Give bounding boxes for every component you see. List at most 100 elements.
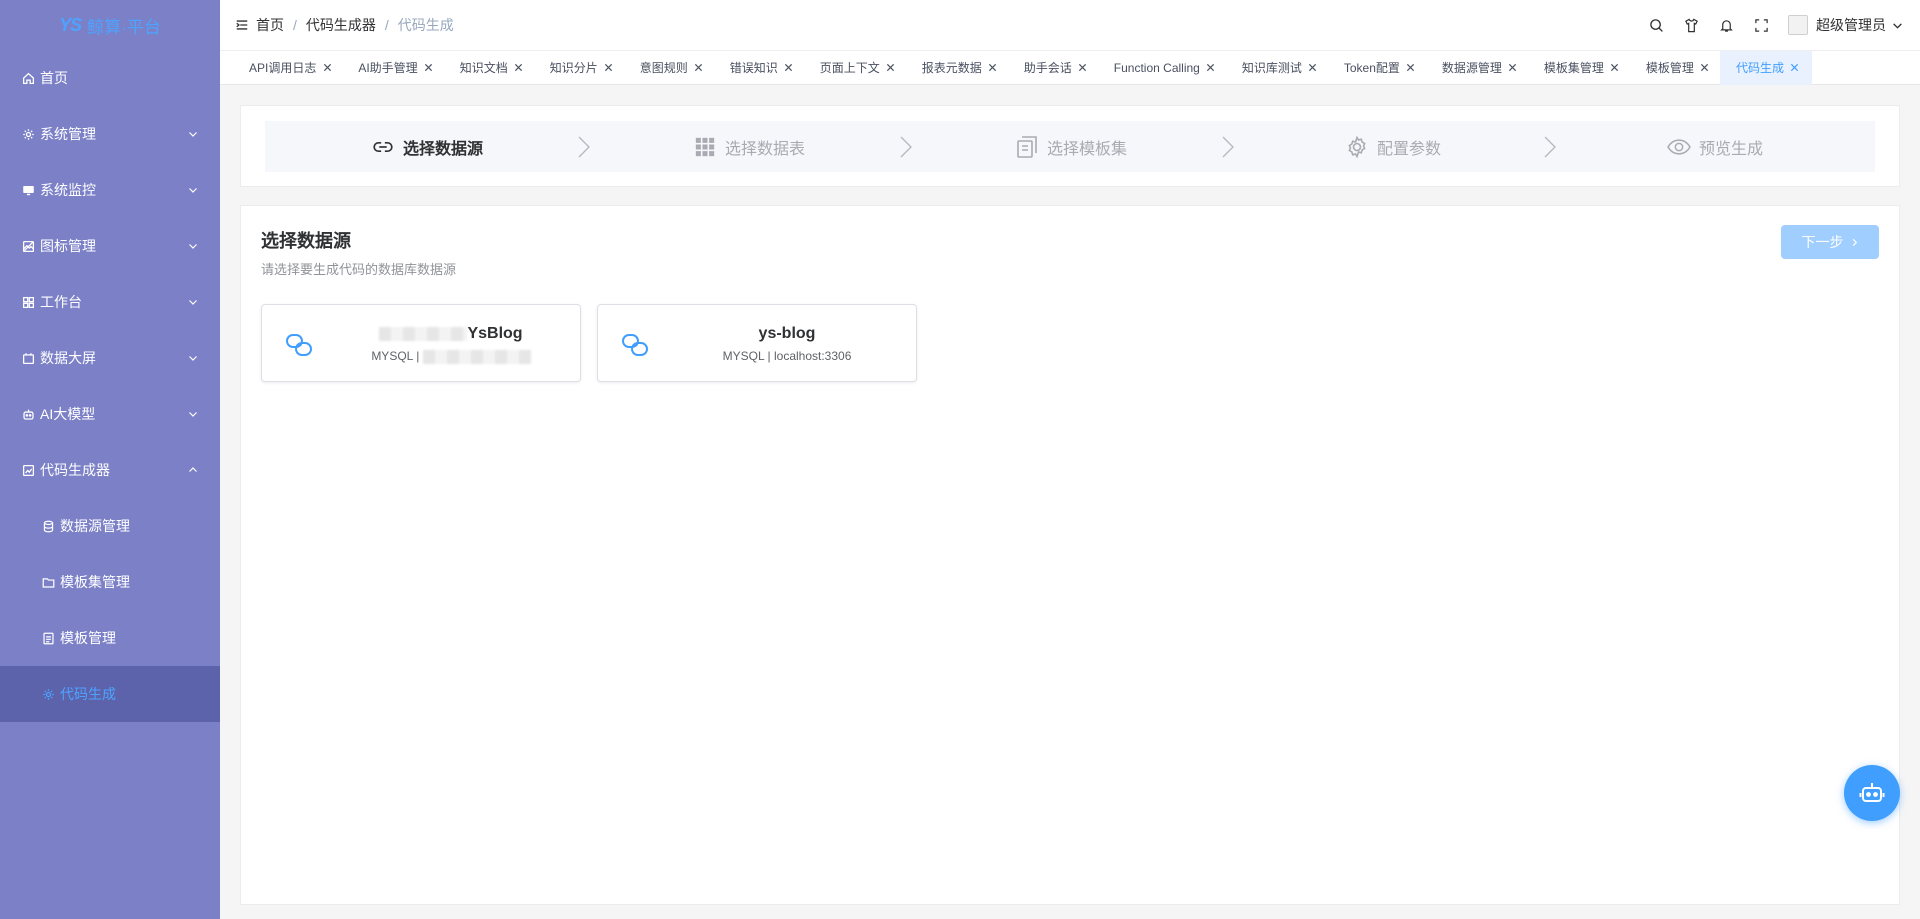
sidebar-item-home[interactable]: 首页 — [0, 50, 220, 106]
sidebar-item-system[interactable]: 系统管理 — [0, 106, 220, 162]
settings-icon — [1343, 133, 1371, 161]
close-icon[interactable] — [1206, 63, 1216, 73]
avatar[interactable] — [1788, 15, 1808, 35]
hamburger-icon[interactable] — [234, 17, 250, 33]
next-step-button[interactable]: 下一步 — [1781, 225, 1879, 259]
tab-template-set[interactable]: 模板集管理 — [1528, 51, 1630, 85]
database-icon — [41, 519, 55, 533]
datasource-card[interactable]: ys-blog MYSQL | localhost:3306 — [597, 304, 917, 382]
link-icon — [622, 334, 648, 356]
tab-knowledge-chunk[interactable]: 知识分片 — [534, 51, 624, 85]
close-icon[interactable] — [886, 63, 896, 73]
step-select-datasource: 选择数据源 — [265, 133, 590, 161]
close-icon[interactable] — [784, 63, 794, 73]
sidebar-item-codegen[interactable]: 代码生成器 — [0, 442, 220, 498]
tab-ai-assistant[interactable]: AI助手管理 — [342, 51, 443, 85]
calendar-icon — [21, 351, 35, 365]
breadcrumb-codegen[interactable]: 代码生成器 — [306, 15, 376, 35]
close-icon[interactable] — [424, 63, 434, 73]
tab-report-metadata[interactable]: 报表元数据 — [906, 51, 1008, 85]
tab-intent-rules[interactable]: 意图规则 — [624, 51, 714, 85]
chart-icon — [21, 463, 35, 477]
chevron-down-icon — [188, 185, 198, 195]
datasource-info: MYSQL | localhost:3306 — [722, 349, 852, 363]
close-icon[interactable] — [1610, 63, 1620, 73]
sidebar-item-code-generate[interactable]: 代码生成 — [0, 666, 220, 722]
step-configure-params: 配置参数 — [1231, 133, 1556, 161]
section-description: 请选择要生成代码的数据库数据源 — [261, 262, 457, 277]
close-icon[interactable] — [514, 63, 524, 73]
close-icon[interactable] — [1508, 63, 1518, 73]
tab-api-log[interactable]: API调用日志 — [233, 51, 342, 85]
breadcrumb-separator: / — [293, 17, 297, 33]
next-step-label: 下一步 — [1801, 234, 1844, 250]
sidebar-item-label: 模板集管理 — [60, 574, 130, 590]
main-content: 选择数据源 选择数据表 选择模板集 配置参数 预览生成 选择数据源 请选择要生成… — [220, 85, 1920, 919]
bell-icon[interactable] — [1718, 17, 1734, 33]
sidebar-item-workbench[interactable]: 工作台 — [0, 274, 220, 330]
tab-code-generate[interactable]: 代码生成 — [1719, 50, 1812, 85]
link-icon — [369, 133, 397, 161]
sidebar-item-label: 数据源管理 — [60, 518, 130, 534]
tab-template[interactable]: 模板管理 — [1630, 51, 1720, 85]
close-icon[interactable] — [322, 63, 332, 73]
close-icon[interactable] — [1078, 63, 1088, 73]
logo[interactable]: YS 鲸算·平台 — [0, 0, 220, 50]
sidebar-item-label: AI大模型 — [40, 406, 96, 422]
close-icon[interactable] — [1308, 63, 1318, 73]
sidebar-item-monitor[interactable]: 系统监控 — [0, 162, 220, 218]
search-icon[interactable] — [1648, 17, 1664, 33]
close-icon[interactable] — [1700, 63, 1710, 73]
tab-label: API调用日志 — [249, 61, 317, 75]
tab-label: 知识文档 — [459, 61, 508, 75]
datasource-name: ys-blog — [758, 325, 816, 342]
eye-icon — [1665, 133, 1693, 161]
sidebar-item-template[interactable]: 模板管理 — [0, 610, 220, 666]
steps-bar: 选择数据源 选择数据表 选择模板集 配置参数 预览生成 — [265, 121, 1875, 172]
username[interactable]: 超级管理员 — [1816, 15, 1886, 35]
tab-page-context[interactable]: 页面上下文 — [804, 51, 906, 85]
tab-knowledge-doc[interactable]: 知识文档 — [444, 51, 534, 85]
top-header: 首页 / 代码生成器 / 代码生成 超级管理员 — [220, 0, 1920, 50]
datasource-name-text: YsBlog — [467, 325, 523, 342]
breadcrumb-home[interactable]: 首页 — [256, 15, 284, 35]
sidebar-item-template-set[interactable]: 模板集管理 — [0, 554, 220, 610]
sidebar-item-label: 图标管理 — [40, 238, 96, 254]
section-title: 选择数据源 — [261, 231, 351, 251]
sidebar-item-dashboard[interactable]: 数据大屏 — [0, 330, 220, 386]
chevron-right-icon — [1852, 238, 1857, 246]
logo-mark: YS — [59, 14, 82, 35]
sidebar-item-ai-model[interactable]: AI大模型 — [0, 386, 220, 442]
tab-error-knowledge[interactable]: 错误知识 — [714, 51, 804, 85]
fullscreen-icon[interactable] — [1753, 17, 1769, 33]
datasource-panel: 选择数据源 请选择要生成代码的数据库数据源 下一步 YsBlog MYSQL |… — [240, 205, 1900, 905]
sidebar-item-label: 模板管理 — [60, 630, 116, 646]
tab-label: Token配置 — [1343, 61, 1400, 75]
tab-knowledge-test[interactable]: 知识库测试 — [1226, 51, 1328, 85]
tab-assistant-session[interactable]: 助手会话 — [1008, 51, 1098, 85]
close-icon[interactable] — [1406, 63, 1416, 73]
tab-label: 报表元数据 — [921, 61, 982, 75]
sidebar-item-icons[interactable]: 图标管理 — [0, 218, 220, 274]
tab-label: 助手会话 — [1023, 61, 1072, 75]
tab-token-config[interactable]: Token配置 — [1328, 51, 1426, 85]
tab-label: AI助手管理 — [358, 61, 418, 75]
tab-label: 模板集管理 — [1543, 61, 1604, 75]
shirt-icon[interactable] — [1683, 17, 1699, 33]
sidebar-item-datasource[interactable]: 数据源管理 — [0, 498, 220, 554]
step-select-table: 选择数据表 — [587, 133, 912, 161]
redacted-block — [379, 326, 468, 341]
ai-assistant-button[interactable] — [1844, 765, 1900, 821]
tab-datasource[interactable]: 数据源管理 — [1426, 51, 1528, 85]
chevron-down-icon[interactable] — [1892, 19, 1904, 31]
close-icon[interactable] — [604, 63, 614, 73]
document-icon — [41, 631, 55, 645]
sidebar-item-label: 系统管理 — [40, 126, 96, 142]
sidebar-item-label: 系统监控 — [40, 182, 96, 198]
datasource-card[interactable]: YsBlog MYSQL | — [261, 304, 581, 382]
close-icon[interactable] — [988, 63, 998, 73]
breadcrumb: 首页 / 代码生成器 / 代码生成 — [256, 15, 454, 35]
close-icon[interactable] — [694, 63, 704, 73]
tab-function-calling[interactable]: Function Calling — [1098, 51, 1226, 85]
close-icon[interactable] — [1790, 63, 1800, 73]
